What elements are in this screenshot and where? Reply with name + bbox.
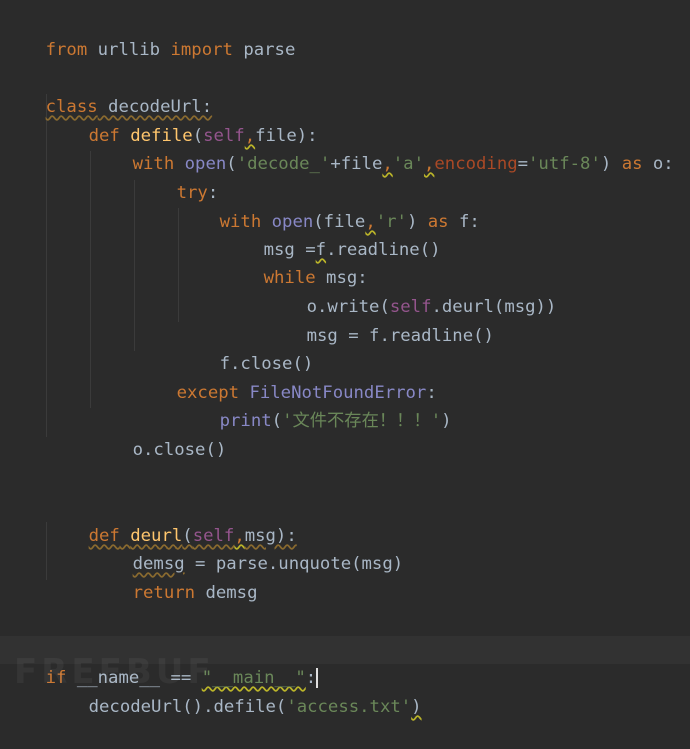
token: urllib	[87, 40, 171, 60]
code-line[interactable]: except FileNotFoundError:	[0, 351, 690, 403]
code-line[interactable]: def deurl(self,msg):	[0, 494, 690, 546]
code-line[interactable]: return demsg	[0, 551, 690, 603]
code-line[interactable]: print('文件不存在！！！')	[0, 379, 690, 431]
code-line[interactable]: with open('decode_'+file,'a',encoding='u…	[0, 122, 690, 174]
code-line[interactable]: f.close()	[0, 322, 690, 374]
code-line[interactable]: o.close()	[0, 408, 690, 460]
code-editor[interactable]: from urllib import parse class decodeUrl…	[0, 0, 690, 717]
code-line[interactable]: with open(file,'r') as f:	[0, 180, 690, 232]
code-line[interactable]: try:	[0, 151, 690, 203]
token: 'access.txt'	[286, 697, 412, 717]
code-line[interactable]: o.write(self.deurl(msg))	[0, 265, 690, 317]
token: )	[411, 697, 422, 717]
watermark-logo: FREEBUF	[14, 652, 215, 692]
token: decodeUrl().defile(	[88, 697, 287, 717]
token: parse	[232, 40, 296, 60]
code-line[interactable]: from urllib import parse	[0, 8, 690, 60]
code-line[interactable]: demsg = parse.unquote(msg)	[0, 522, 690, 574]
token: o.close()	[132, 440, 227, 460]
token: import	[170, 40, 233, 60]
token: return	[132, 583, 196, 603]
code-line[interactable]: msg = f.readline()	[0, 294, 690, 346]
token: from	[45, 40, 88, 60]
code-line[interactable]: class decodeUrl:	[0, 65, 690, 117]
code-line[interactable]: while msg:	[0, 236, 690, 288]
token: demsg	[195, 583, 258, 603]
code-line[interactable]: msg =f.readline()	[0, 208, 690, 260]
code-line[interactable]: def defile(self,file):	[0, 94, 690, 146]
